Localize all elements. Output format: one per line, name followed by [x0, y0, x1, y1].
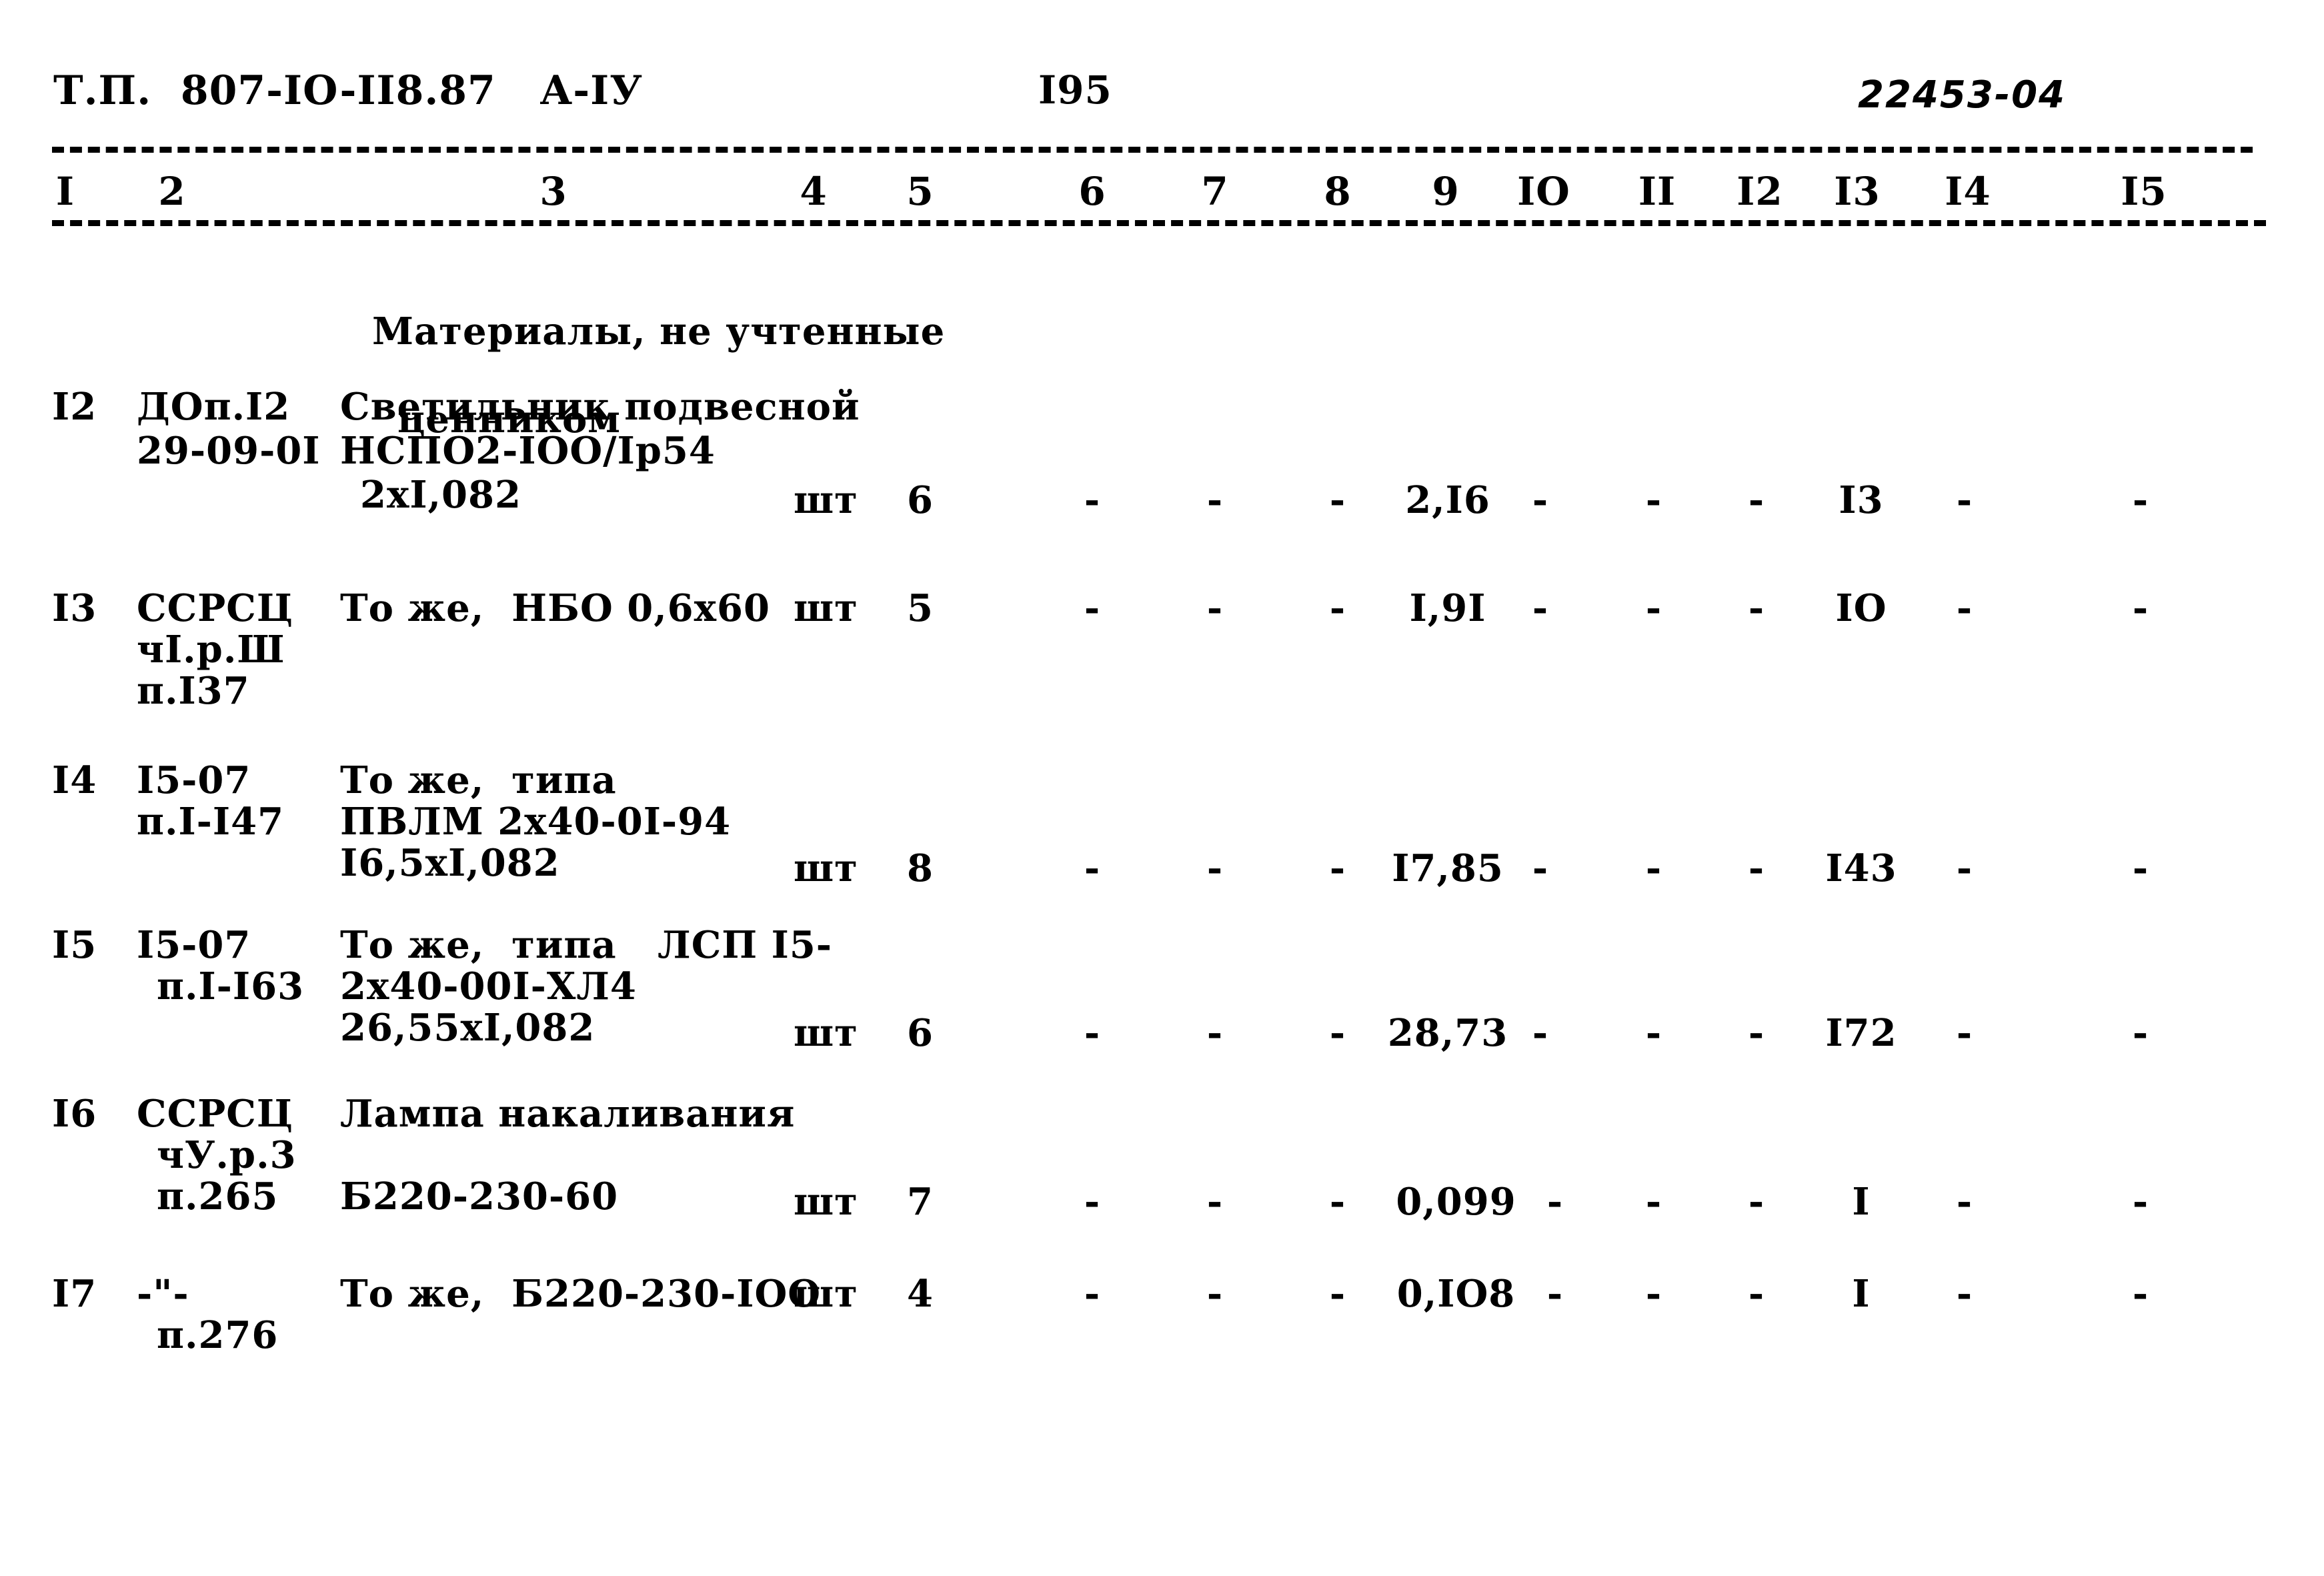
- row-name-line-3: 26,55хI,082: [340, 1006, 596, 1050]
- row-col9: I,9I: [1409, 586, 1486, 630]
- row-col14: -: [1956, 478, 1973, 522]
- row-unit: шт: [794, 478, 858, 522]
- row-col9: 0,IО8: [1396, 1272, 1516, 1316]
- row-name-line-1: То же, типа: [340, 758, 617, 802]
- row-number: I5: [52, 923, 97, 967]
- row-number: I7: [52, 1272, 97, 1316]
- row-col6: -: [1084, 586, 1101, 630]
- row-name-line-1: То же, НБО 0,6х60: [340, 586, 770, 630]
- row-col7: -: [1206, 478, 1224, 522]
- row-col15: -: [2132, 1011, 2149, 1055]
- row-col12: -: [1748, 1180, 1765, 1224]
- row-col12: -: [1748, 1272, 1765, 1316]
- row-code-line-2: п.276: [157, 1313, 279, 1357]
- row-number: I3: [52, 586, 97, 630]
- row-col8: -: [1329, 1180, 1346, 1224]
- row-col15: -: [2132, 1272, 2149, 1316]
- row-col6: -: [1084, 1180, 1101, 1224]
- row-col11: -: [1645, 1180, 1662, 1224]
- row-col12: -: [1748, 478, 1765, 522]
- row-col6: -: [1084, 846, 1101, 890]
- row-col11: -: [1645, 478, 1662, 522]
- row-col11: -: [1645, 1272, 1662, 1316]
- row-quantity: 6: [907, 478, 934, 522]
- row-col10: -: [1546, 1180, 1564, 1224]
- row-col13: I: [1852, 1180, 1871, 1224]
- row-name-line-1: Светильник подвесной: [340, 385, 860, 429]
- row-name-line-2: НСПО2-IОО/Iр54: [340, 429, 716, 473]
- row-col10: -: [1546, 1272, 1564, 1316]
- row-name-line-2: ПВЛМ 2х40-0I-94: [340, 800, 732, 844]
- row-unit: шт: [794, 846, 858, 890]
- row-unit: шт: [794, 1272, 858, 1316]
- row-name-line-3: I6,5хI,082: [340, 841, 560, 885]
- row-col13: I72: [1825, 1011, 1897, 1055]
- row-col11: -: [1645, 846, 1662, 890]
- row-name-line-3: Б220-230-60: [340, 1174, 619, 1219]
- row-unit: шт: [794, 1011, 858, 1055]
- row-name-line-2: 2х40-00I-ХЛ4: [340, 964, 637, 1008]
- row-number: I6: [52, 1092, 97, 1136]
- row-col8: -: [1329, 846, 1346, 890]
- row-col12: -: [1748, 846, 1765, 890]
- row-col6: -: [1084, 1011, 1101, 1055]
- row-col15: -: [2132, 478, 2149, 522]
- row-col9: 2,I6: [1405, 478, 1490, 522]
- row-col14: -: [1956, 1011, 1973, 1055]
- row-col6: -: [1084, 1272, 1101, 1316]
- row-quantity: 8: [907, 846, 934, 890]
- row-code-line-2: чУ.р.3: [157, 1133, 297, 1177]
- row-quantity: 7: [907, 1180, 934, 1224]
- row-col14: -: [1956, 1272, 1973, 1316]
- row-col11: -: [1645, 586, 1662, 630]
- row-col7: -: [1206, 1011, 1224, 1055]
- row-name-line-3: 2хI,082: [360, 473, 521, 517]
- row-col14: -: [1956, 586, 1973, 630]
- row-unit: шт: [794, 1180, 858, 1224]
- row-col9: I7,85: [1392, 846, 1504, 890]
- document-page: Т.П. 807-IO-II8.87 А-IУ I95 22453-04 I 2…: [0, 0, 2324, 1576]
- row-col7: -: [1206, 846, 1224, 890]
- row-col7: -: [1206, 586, 1224, 630]
- row-quantity: 5: [907, 586, 934, 630]
- row-col10: -: [1532, 1011, 1549, 1055]
- row-col8: -: [1329, 478, 1346, 522]
- row-number: I2: [52, 385, 97, 429]
- row-col14: -: [1956, 846, 1973, 890]
- row-col13: I3: [1839, 478, 1884, 522]
- row-col7: -: [1206, 1180, 1224, 1224]
- row-col12: -: [1748, 586, 1765, 630]
- row-col15: -: [2132, 846, 2149, 890]
- row-col12: -: [1748, 1011, 1765, 1055]
- row-quantity: 6: [907, 1011, 934, 1055]
- row-col6: -: [1084, 478, 1101, 522]
- table-body: I2 ДОп.I2 29-09-0I Светильник подвесной …: [0, 0, 2324, 1576]
- row-col9: 28,73: [1387, 1011, 1508, 1055]
- row-col13: I: [1852, 1272, 1871, 1316]
- row-name-line-1: Лампа накаливания: [340, 1092, 796, 1136]
- row-col7: -: [1206, 1272, 1224, 1316]
- row-col10: -: [1532, 478, 1549, 522]
- row-unit: шт: [794, 586, 858, 630]
- row-col8: -: [1329, 586, 1346, 630]
- row-col8: -: [1329, 1272, 1346, 1316]
- row-col10: -: [1532, 846, 1549, 890]
- row-quantity: 4: [907, 1272, 934, 1316]
- row-col10: -: [1532, 586, 1549, 630]
- row-number: I4: [52, 758, 97, 802]
- row-name-line-1: То же, типа ЛСП I5-: [340, 923, 833, 967]
- row-col14: -: [1956, 1180, 1973, 1224]
- row-col8: -: [1329, 1011, 1346, 1055]
- row-col9: 0,099: [1396, 1180, 1516, 1224]
- row-code-line-2: чI.р.Ш: [137, 628, 285, 672]
- row-col13: IO: [1835, 586, 1887, 630]
- row-col11: -: [1645, 1011, 1662, 1055]
- row-col15: -: [2132, 1180, 2149, 1224]
- row-col13: I43: [1825, 846, 1897, 890]
- row-col15: -: [2132, 586, 2149, 630]
- row-code-line-3: п.I37: [137, 669, 250, 713]
